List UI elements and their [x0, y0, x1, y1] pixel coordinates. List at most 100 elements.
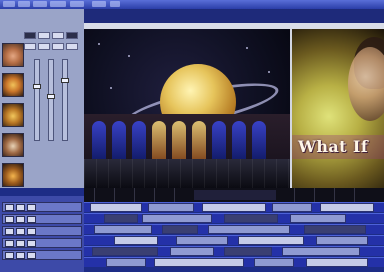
- timeline-track-2[interactable]: [84, 213, 384, 223]
- timeline-clip[interactable]: [282, 247, 360, 256]
- timeline-clip[interactable]: [224, 247, 272, 256]
- arch: [132, 121, 146, 161]
- timeline-clip[interactable]: [90, 203, 142, 212]
- arch: [212, 121, 226, 161]
- timeline-clip[interactable]: [320, 203, 374, 212]
- panel-button-7[interactable]: [52, 43, 64, 50]
- timeline-track-1[interactable]: [84, 202, 384, 212]
- track-header[interactable]: [2, 238, 82, 248]
- ruler-tick: [114, 188, 115, 202]
- media-panel: [0, 9, 84, 199]
- lock-button[interactable]: [27, 252, 36, 259]
- timeline-clip[interactable]: [104, 214, 138, 223]
- ruler-tick: [354, 188, 355, 202]
- ruler-tick: [294, 188, 295, 202]
- panel-button-5[interactable]: [24, 43, 36, 50]
- panel-button-3[interactable]: [52, 32, 64, 39]
- level-slider-2[interactable]: [47, 59, 55, 141]
- thumbnail-5[interactable]: [2, 163, 24, 187]
- thumbnail-3[interactable]: [2, 103, 24, 127]
- timeline-track-4[interactable]: [84, 235, 384, 245]
- slider-handle[interactable]: [61, 78, 69, 83]
- panel-button-1[interactable]: [24, 32, 36, 39]
- lock-button[interactable]: [27, 216, 36, 223]
- preview-scene-face: What If: [292, 29, 384, 188]
- slider-handle[interactable]: [47, 94, 55, 99]
- timeline-clip[interactable]: [170, 247, 214, 256]
- arch: [152, 121, 166, 161]
- timeline-clip[interactable]: [290, 214, 346, 223]
- panel-button-8[interactable]: [66, 43, 78, 50]
- mute-button[interactable]: [5, 228, 14, 235]
- timeline-clip[interactable]: [254, 258, 294, 267]
- track-header[interactable]: [2, 214, 82, 224]
- menu-tools[interactable]: [70, 1, 84, 7]
- thumbnail-1[interactable]: [2, 43, 24, 67]
- panel-button-2[interactable]: [38, 32, 50, 39]
- timeline-clip[interactable]: [202, 203, 266, 212]
- timeline-clip[interactable]: [162, 225, 198, 234]
- timeline-clip[interactable]: [272, 203, 312, 212]
- slider-handle[interactable]: [33, 84, 41, 89]
- menu-help[interactable]: [110, 1, 120, 7]
- menu-window[interactable]: [92, 1, 106, 7]
- thumbnail-4[interactable]: [2, 133, 24, 157]
- timeline-clip[interactable]: [94, 225, 152, 234]
- lock-button[interactable]: [27, 240, 36, 247]
- timeline-track-5[interactable]: [84, 246, 384, 256]
- solo-button[interactable]: [16, 216, 25, 223]
- timeline-clip[interactable]: [304, 225, 366, 234]
- playhead-region[interactable]: [194, 190, 276, 200]
- timeline-clip[interactable]: [142, 214, 212, 223]
- timeline-clip[interactable]: [224, 214, 278, 223]
- panel-button-6[interactable]: [38, 43, 50, 50]
- timeline-track-6[interactable]: [84, 257, 384, 267]
- solo-button[interactable]: [16, 240, 25, 247]
- star: [246, 47, 248, 49]
- timeline-clip[interactable]: [106, 258, 146, 267]
- track-header[interactable]: [2, 250, 82, 260]
- star: [110, 87, 112, 89]
- timeline-clip[interactable]: [92, 247, 158, 256]
- panel-button-4[interactable]: [66, 32, 78, 39]
- solo-button[interactable]: [16, 252, 25, 259]
- arch: [252, 121, 266, 161]
- arch: [112, 121, 126, 161]
- timeline-clip[interactable]: [176, 236, 228, 245]
- arch: [232, 121, 246, 161]
- timeline-track-3[interactable]: [84, 224, 384, 234]
- ruler-tick: [334, 188, 335, 202]
- lock-button[interactable]: [27, 228, 36, 235]
- timeline-clip[interactable]: [114, 236, 158, 245]
- timeline-clip[interactable]: [154, 258, 244, 267]
- menu-clip[interactable]: [50, 1, 66, 7]
- track-header[interactable]: [2, 202, 82, 212]
- ruler-tick: [314, 188, 315, 202]
- timeline-clip[interactable]: [306, 258, 368, 267]
- solo-button[interactable]: [16, 204, 25, 211]
- solo-button[interactable]: [16, 228, 25, 235]
- mute-button[interactable]: [5, 216, 14, 223]
- arch: [92, 121, 106, 161]
- timeline-clip[interactable]: [148, 203, 194, 212]
- preview-title-text: What If: [298, 137, 369, 156]
- track-header[interactable]: [2, 226, 82, 236]
- timeline-clip[interactable]: [238, 236, 304, 245]
- timeline-ruler[interactable]: [84, 188, 384, 202]
- mute-button[interactable]: [5, 240, 14, 247]
- menu-edit[interactable]: [18, 1, 30, 7]
- timeline-clip[interactable]: [208, 225, 290, 234]
- lock-button[interactable]: [27, 204, 36, 211]
- track-controls: [0, 196, 84, 272]
- thumbnail-2[interactable]: [2, 73, 24, 97]
- timeline-clip[interactable]: [316, 236, 368, 245]
- face: [348, 47, 384, 121]
- level-slider-3[interactable]: [61, 59, 69, 141]
- ruler-tick: [94, 188, 95, 202]
- menubar: [0, 0, 384, 9]
- level-slider-1[interactable]: [33, 59, 41, 141]
- mute-button[interactable]: [5, 252, 14, 259]
- menu-file[interactable]: [3, 1, 15, 7]
- menu-view[interactable]: [33, 1, 47, 7]
- mute-button[interactable]: [5, 204, 14, 211]
